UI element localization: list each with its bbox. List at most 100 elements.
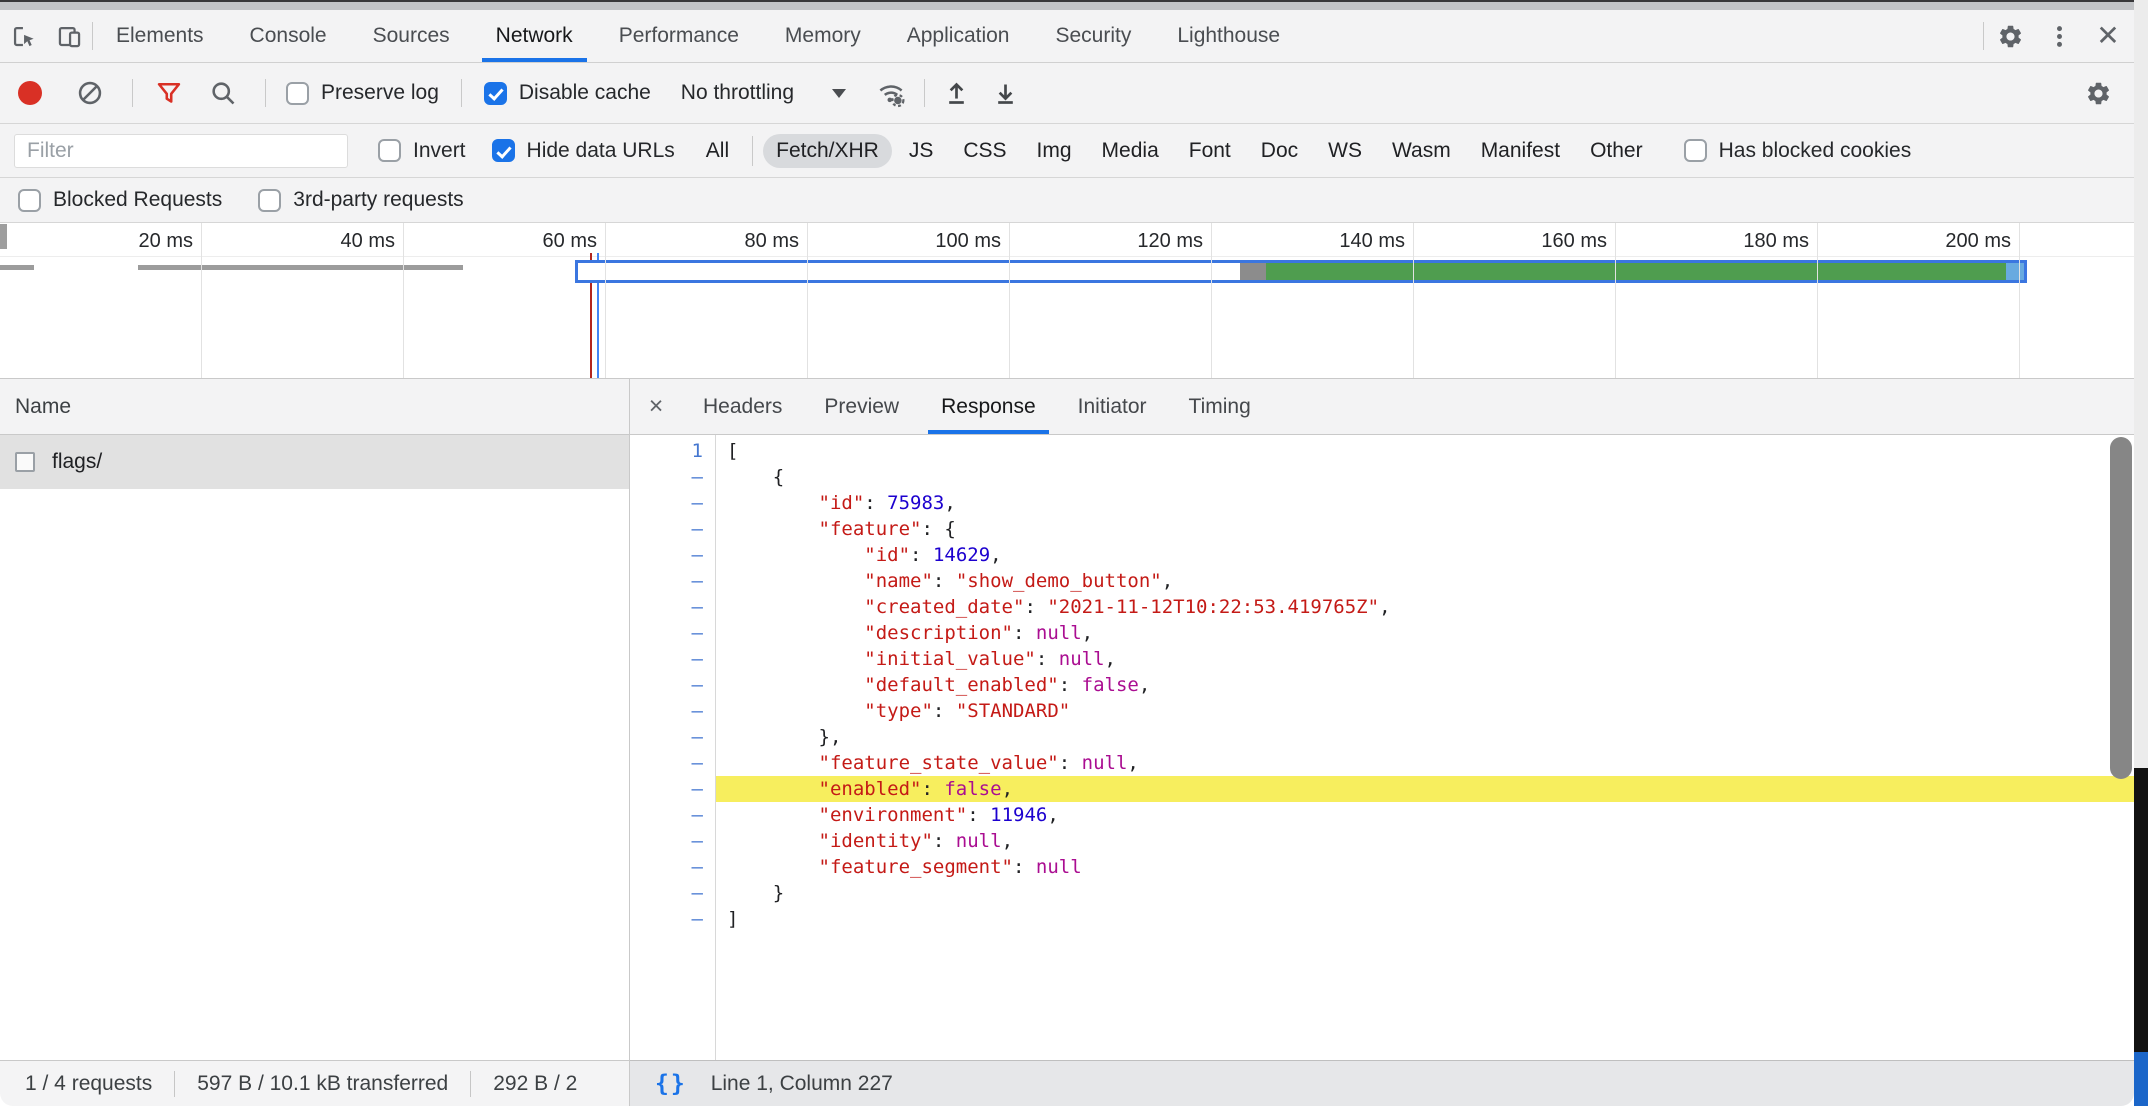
filter-funnel-icon[interactable] <box>155 79 183 107</box>
line-content: "feature": { <box>715 516 2134 542</box>
record-icon[interactable] <box>18 81 42 105</box>
network-settings-gear-icon[interactable] <box>2072 80 2124 107</box>
tab-security[interactable]: Security <box>1032 10 1154 62</box>
json-token <box>727 492 819 514</box>
filter-type-other[interactable]: Other <box>1577 134 1656 168</box>
timeline-tick-label: 40 ms <box>245 230 395 253</box>
inspect-element-icon[interactable] <box>0 10 46 62</box>
divider <box>174 1071 175 1097</box>
detail-tab-preview[interactable]: Preview <box>803 379 920 434</box>
response-line: – { <box>630 464 2134 490</box>
filter-type-font[interactable]: Font <box>1176 134 1244 168</box>
chevron-down-icon[interactable] <box>832 89 846 98</box>
detail-tab-response[interactable]: Response <box>920 379 1057 434</box>
response-line: –] <box>630 906 2134 932</box>
detail-tab-initiator[interactable]: Initiator <box>1057 379 1168 434</box>
line-number: – <box>630 594 715 620</box>
tab-network[interactable]: Network <box>473 10 596 62</box>
timeline-tick-label: 60 ms <box>447 230 597 253</box>
filter-input[interactable] <box>14 134 348 168</box>
json-token: : <box>1013 856 1036 878</box>
overview-waterfall[interactable]: 20 ms40 ms60 ms80 ms100 ms120 ms140 ms16… <box>0 223 2134 379</box>
filter-type-doc[interactable]: Doc <box>1248 134 1311 168</box>
waterfall-stalled-segment <box>1240 263 1266 280</box>
scrollbar-thumb[interactable] <box>2110 437 2132 779</box>
json-token: { <box>727 466 784 488</box>
has-blocked-cookies-checkbox[interactable] <box>1684 139 1707 162</box>
format-braces-icon[interactable]: {} <box>655 1071 687 1097</box>
search-icon[interactable] <box>209 79 237 107</box>
request-row-flags-[interactable]: flags/ <box>0 435 629 489</box>
disable-cache-checkbox[interactable] <box>484 82 507 105</box>
timeline-tick-label: 180 ms <box>1659 230 1809 253</box>
filter-type-fetch-xhr[interactable]: Fetch/XHR <box>763 134 892 168</box>
filter-type-ws[interactable]: WS <box>1315 134 1375 168</box>
overflow-menu-icon[interactable] <box>2036 23 2082 50</box>
json-token: : <box>1059 674 1082 696</box>
json-token: "STANDARD" <box>956 700 1070 722</box>
tab-elements[interactable]: Elements <box>93 10 227 62</box>
invert-checkbox[interactable] <box>378 139 401 162</box>
clear-icon[interactable] <box>76 79 104 107</box>
response-line: 1[ <box>630 438 2134 464</box>
line-number: – <box>630 646 715 672</box>
third-party-checkbox[interactable] <box>258 189 281 212</box>
filter-type-all[interactable]: All <box>693 134 742 168</box>
timeline-tick-label: 140 ms <box>1255 230 1405 253</box>
filter-type-wasm[interactable]: Wasm <box>1379 134 1464 168</box>
throttling-select[interactable]: No throttling <box>681 81 794 105</box>
filter-type-css[interactable]: CSS <box>950 134 1019 168</box>
line-content: "description": null, <box>715 620 2134 646</box>
tab-lighthouse[interactable]: Lighthouse <box>1154 10 1303 62</box>
close-detail-icon[interactable]: × <box>630 379 682 434</box>
filter-type-js[interactable]: JS <box>896 134 947 168</box>
json-token: : <box>933 570 956 592</box>
json-token <box>727 830 819 852</box>
line-content: "name": "show_demo_button", <box>715 568 2134 594</box>
blocked-requests-checkbox[interactable] <box>18 189 41 212</box>
line-number: – <box>630 672 715 698</box>
json-token <box>727 700 864 722</box>
hide-data-urls-checkbox[interactable] <box>492 139 515 162</box>
name-column-header[interactable]: Name <box>0 379 629 435</box>
tab-performance[interactable]: Performance <box>596 10 762 62</box>
network-summary-bar: 1 / 4 requests597 B / 10.1 kB transferre… <box>0 1060 630 1106</box>
tab-sources[interactable]: Sources <box>350 10 473 62</box>
timeline-gridline <box>2019 223 2020 378</box>
settings-gear-icon[interactable] <box>1984 23 2036 50</box>
timeline-gridline <box>1211 223 1212 378</box>
line-content: "id": 14629, <box>715 542 2134 568</box>
timeline-tick-label: 160 ms <box>1457 230 1607 253</box>
line-content: ] <box>715 906 2134 932</box>
tab-console[interactable]: Console <box>227 10 350 62</box>
export-har-icon[interactable] <box>992 80 1019 107</box>
json-token: : <box>1059 752 1082 774</box>
tab-memory[interactable]: Memory <box>762 10 884 62</box>
response-line: – "description": null, <box>630 620 2134 646</box>
filter-type-media[interactable]: Media <box>1089 134 1172 168</box>
response-line: – "feature_segment": null <box>630 854 2134 880</box>
request-name-label: flags/ <box>52 450 102 474</box>
preserve-log-checkbox[interactable] <box>286 82 309 105</box>
filter-type-img[interactable]: Img <box>1024 134 1085 168</box>
device-toolbar-icon[interactable] <box>46 10 92 62</box>
json-token: : <box>1036 648 1059 670</box>
line-content: "type": "STANDARD" <box>715 698 2134 724</box>
line-content: }, <box>715 724 2134 750</box>
close-devtools-icon[interactable]: ✕ <box>2082 22 2134 50</box>
network-lower-split: Name flags/ × HeadersPreviewResponseInit… <box>0 379 2134 1060</box>
filter-type-manifest[interactable]: Manifest <box>1468 134 1573 168</box>
json-token: "type" <box>864 700 933 722</box>
tab-application[interactable]: Application <box>884 10 1033 62</box>
detail-tab-headers[interactable]: Headers <box>682 379 803 434</box>
requests-panel: Name flags/ <box>0 379 630 1060</box>
third-party-label: 3rd-party requests <box>293 188 463 212</box>
network-conditions-icon[interactable] <box>876 78 906 108</box>
request-list: flags/ <box>0 435 629 489</box>
line-content: "created_date": "2021-11-12T10:22:53.419… <box>715 594 2134 620</box>
detail-tab-timing[interactable]: Timing <box>1168 379 1272 434</box>
import-har-icon[interactable] <box>943 80 970 107</box>
divider <box>924 79 925 107</box>
json-token: [ <box>727 440 738 462</box>
detail-tabbar: × HeadersPreviewResponseInitiatorTiming <box>630 379 2134 435</box>
